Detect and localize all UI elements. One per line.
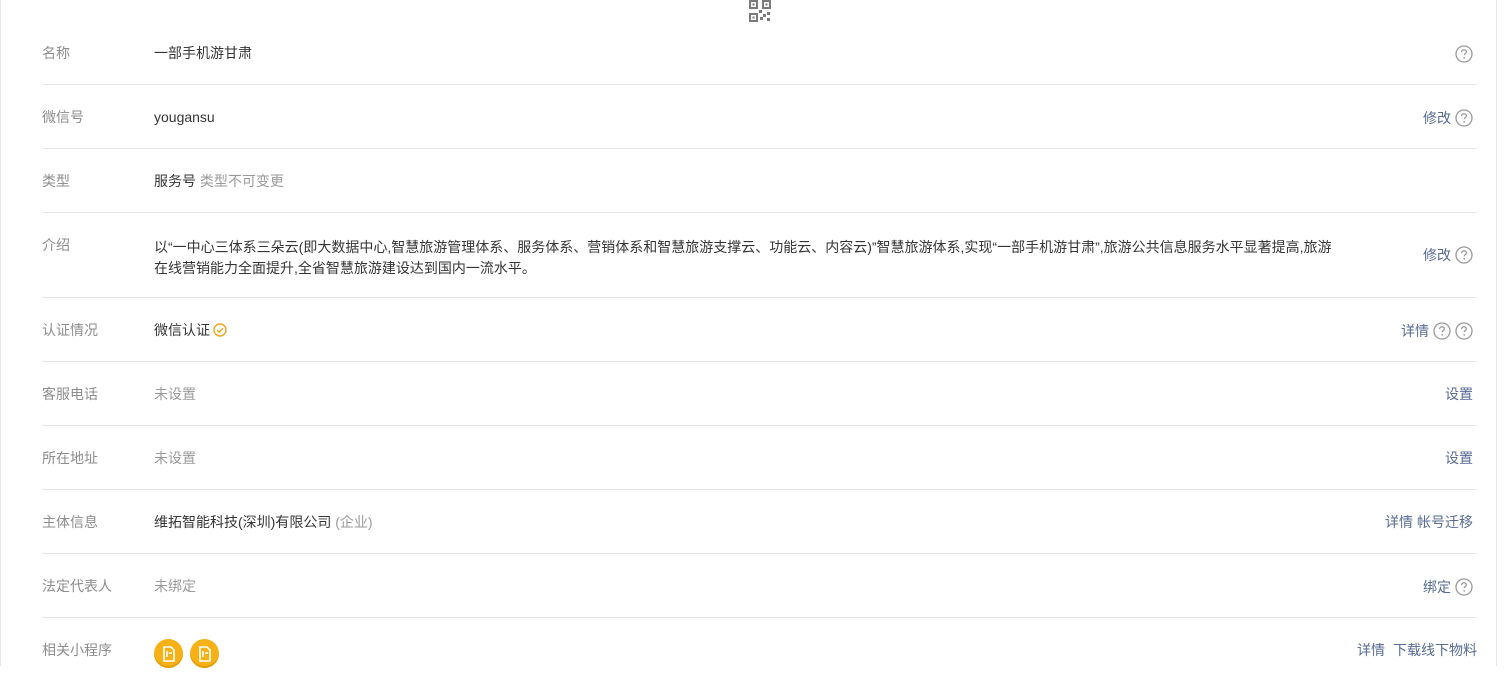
row-name: 名称 一部手机游甘肃: [42, 21, 1477, 85]
verification-status: 微信认证: [154, 322, 227, 338]
mini-program-icon[interactable]: [190, 639, 219, 668]
row-address: 所在地址 未设置 设置: [42, 426, 1477, 490]
mini-program-details-link[interactable]: 详情: [1357, 642, 1385, 658]
entity-name: 维拓智能科技(深圳)有限公司: [154, 514, 332, 530]
row-actions: [1455, 45, 1473, 63]
account-type-note: 类型不可变更: [199, 173, 284, 189]
row-label: 微信号: [42, 109, 84, 125]
page-frame-left-border: [0, 0, 1, 666]
row-actions: 修改: [1423, 109, 1473, 127]
question-circle-icon[interactable]: [1455, 578, 1473, 596]
service-phone-value: 未设置: [154, 386, 196, 402]
row-label: 客服电话: [42, 386, 98, 402]
row-label: 类型: [42, 173, 70, 189]
page-frame-right-border: [1496, 0, 1497, 666]
row-service-phone: 客服电话 未设置 设置: [42, 362, 1477, 426]
account-name: 一部手机游甘肃: [154, 45, 252, 61]
row-label: 法定代表人: [42, 578, 112, 594]
row-actions: 设置: [1445, 450, 1473, 466]
edit-intro-link[interactable]: 修改: [1423, 247, 1451, 263]
mini-program-list: [154, 639, 219, 668]
account-info-list: 名称 一部手机游甘肃 微信号 yougansu 修改 类型 服务号 类型不可变更…: [42, 21, 1477, 676]
question-circle-icon[interactable]: [1455, 45, 1473, 63]
row-actions: 设置: [1445, 386, 1473, 402]
account-type-value: 服务号: [154, 173, 196, 189]
row-label: 所在地址: [42, 450, 98, 466]
row-actions: 详情 帐号迁移: [1385, 514, 1473, 530]
set-address-link[interactable]: 设置: [1445, 450, 1473, 466]
row-label: 介绍: [42, 237, 70, 253]
row-actions: 绑定: [1423, 578, 1473, 596]
question-circle-icon[interactable]: [1455, 109, 1473, 127]
entity-type: (企业): [335, 514, 373, 530]
legal-rep-value: 未绑定: [154, 578, 196, 594]
verification-details-link[interactable]: 详情: [1401, 323, 1429, 339]
row-verification: 认证情况 微信认证 详情: [42, 298, 1477, 362]
download-offline-materials-link[interactable]: 下载线下物料: [1393, 642, 1477, 658]
row-wechat-id: 微信号 yougansu 修改: [42, 85, 1477, 149]
bind-legal-rep-link[interactable]: 绑定: [1423, 579, 1451, 595]
row-intro: 介绍 以“一中心三体系三朵云(即大数据中心,智慧旅游管理体系、服务体系、营销体系…: [42, 213, 1477, 298]
row-mini-programs: 相关小程序 详情 下载线下物料: [42, 618, 1477, 676]
row-label: 主体信息: [42, 514, 98, 530]
row-actions: 详情 下载线下物料: [1357, 642, 1477, 658]
entity-details-link[interactable]: 详情: [1385, 514, 1413, 530]
qr-code-icon[interactable]: [749, 0, 771, 22]
entity-info: 维拓智能科技(深圳)有限公司 (企业): [154, 514, 373, 530]
account-migration-link[interactable]: 帐号迁移: [1417, 514, 1473, 530]
intro-text: 以“一中心三体系三朵云(即大数据中心,智慧旅游管理体系、服务体系、营销体系和智慧…: [154, 239, 1332, 276]
verification-text: 微信认证: [154, 322, 210, 338]
question-circle-icon[interactable]: [1433, 322, 1451, 340]
row-type: 类型 服务号 类型不可变更: [42, 149, 1477, 213]
wechat-id: yougansu: [154, 109, 215, 125]
verified-check-icon: [213, 323, 227, 337]
row-entity-info: 主体信息 维拓智能科技(深圳)有限公司 (企业) 详情 帐号迁移: [42, 490, 1477, 554]
address-value: 未设置: [154, 450, 196, 466]
row-label: 名称: [42, 45, 70, 61]
account-type: 服务号 类型不可变更: [154, 173, 284, 189]
row-actions: 详情: [1401, 322, 1473, 340]
question-circle-icon[interactable]: [1455, 322, 1473, 340]
mini-program-icon[interactable]: [154, 639, 183, 668]
set-service-phone-link[interactable]: 设置: [1445, 386, 1473, 402]
edit-wechat-id-link[interactable]: 修改: [1423, 110, 1451, 126]
row-legal-rep: 法定代表人 未绑定 绑定: [42, 554, 1477, 618]
question-circle-icon[interactable]: [1455, 246, 1473, 264]
row-actions: 修改: [1423, 246, 1473, 264]
row-label: 认证情况: [42, 322, 98, 338]
row-label: 相关小程序: [42, 642, 112, 658]
